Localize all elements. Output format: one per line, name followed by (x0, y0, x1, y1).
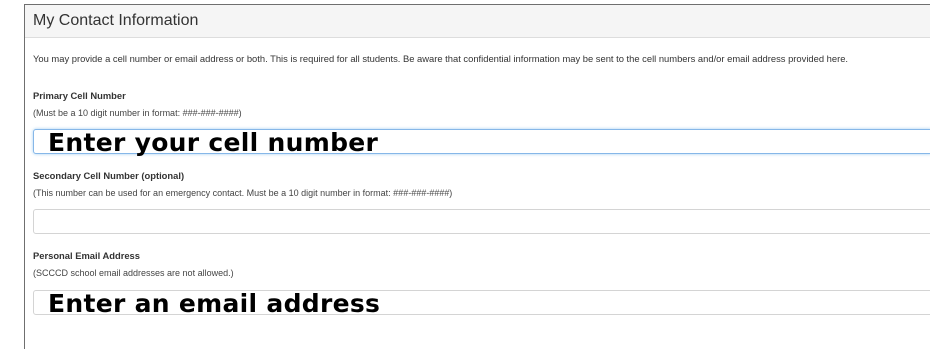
primary-cell-input[interactable]: Enter your cell number (33, 128, 930, 157)
secondary-cell-input[interactable] (33, 209, 930, 234)
primary-cell-label: Primary Cell Number (33, 90, 126, 101)
personal-email-help: (SCCCD school email addresses are not al… (33, 268, 234, 278)
panel-title: My Contact Information (25, 5, 930, 38)
personal-email-label: Personal Email Address (33, 250, 140, 261)
primary-cell-help: (Must be a 10 digit number in format: ##… (33, 108, 242, 118)
contact-info-panel: My Contact Information You may provide a… (24, 4, 930, 349)
personal-email-input[interactable]: Enter an email address (33, 289, 930, 318)
personal-email-annotation: Enter an email address (48, 289, 381, 318)
intro-text: You may provide a cell number or email a… (33, 53, 849, 64)
intro-container: You may provide a cell number or email a… (33, 52, 930, 66)
secondary-cell-label: Secondary Cell Number (optional) (33, 170, 185, 181)
secondary-cell-help: (This number can be used for an emergenc… (33, 188, 453, 198)
primary-cell-annotation: Enter your cell number (48, 128, 379, 157)
